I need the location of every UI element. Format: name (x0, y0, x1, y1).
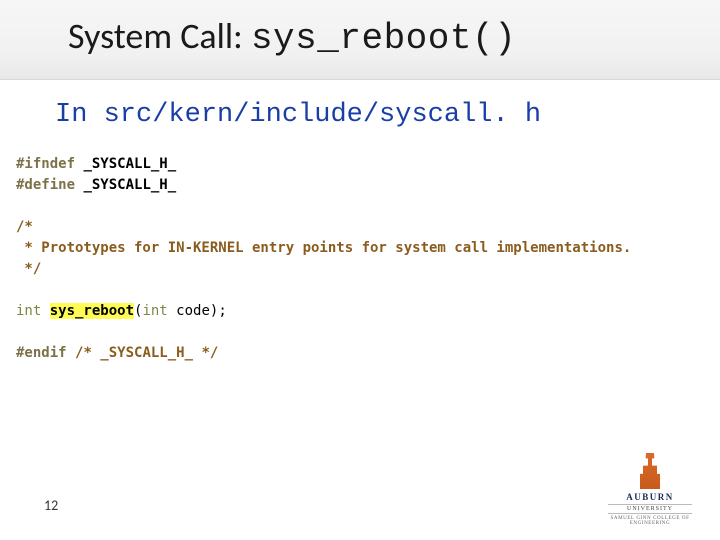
code-line-6: int sys_reboot(int code); (16, 301, 710, 322)
university-logo: AUBURN UNIVERSITY SAMUEL GINN COLLEGE OF… (608, 453, 692, 526)
page-number: 12 (44, 497, 58, 514)
title-code: sys_reboot() (251, 18, 516, 59)
logo-sub1: UNIVERSITY (608, 504, 692, 514)
code-blank-1 (16, 196, 710, 217)
logo-name: AUBURN (608, 492, 692, 502)
slide-title: System Call: sys_reboot() (68, 14, 516, 59)
code-block: #ifndef _SYSCALL_H_ #define _SYSCALL_H_ … (10, 148, 710, 370)
code-line-7: #endif /* _SYSCALL_H_ */ (16, 343, 710, 364)
logo-sub2: SAMUEL GINN COLLEGE OF ENGINEERING (608, 516, 692, 526)
title-prefix: System Call: (68, 14, 251, 58)
code-blank-3 (16, 322, 710, 343)
path-prefix: In (55, 100, 104, 130)
code-blank-2 (16, 280, 710, 301)
slide: System Call: sys_reboot() In src/kern/in… (0, 0, 720, 540)
tower-icon (640, 453, 660, 489)
code-line-5: */ (16, 259, 710, 280)
code-line-4: * Prototypes for IN-KERNEL entry points … (16, 238, 710, 259)
file-path: In src/kern/include/syscall. h (55, 100, 541, 130)
code-line-2: #define _SYSCALL_H_ (16, 175, 710, 196)
path-value: src/kern/include/syscall. h (104, 100, 541, 130)
highlight-sys-reboot: sys_reboot (50, 303, 134, 319)
code-line-3: /* (16, 217, 710, 238)
code-line-1: #ifndef _SYSCALL_H_ (16, 154, 710, 175)
